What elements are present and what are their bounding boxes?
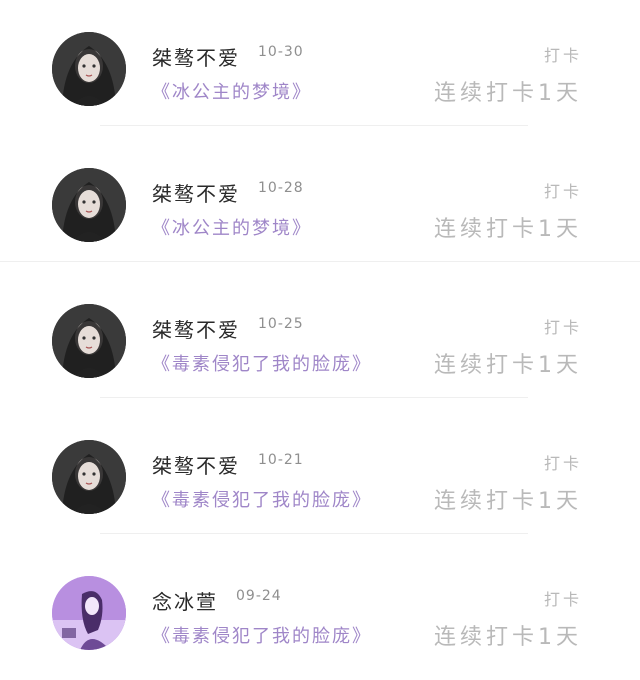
list-item[interactable]: 桀骜不爱 10-28 《冰公主的梦境》 打卡 连续打卡1天 bbox=[0, 136, 640, 272]
checkin-date: 10-21 bbox=[258, 452, 304, 468]
avatar[interactable] bbox=[52, 32, 126, 106]
book-title-link[interactable]: 《毒素侵犯了我的脸庞》 bbox=[152, 486, 372, 512]
list-item[interactable]: 桀骜不爱 10-21 《毒素侵犯了我的脸庞》 打卡 连续打卡1天 bbox=[0, 408, 640, 544]
purple-girl-avatar-icon bbox=[52, 576, 126, 650]
user-name[interactable]: 念冰萱 bbox=[152, 586, 218, 615]
checkin-date: 10-30 bbox=[258, 44, 304, 60]
checkin-list: 桀骜不爱 10-30 《冰公主的梦境》 打卡 连续打卡1天 桀骜不爱 10-28… bbox=[0, 0, 640, 660]
avatar[interactable] bbox=[52, 576, 126, 650]
divider bbox=[100, 125, 528, 126]
streak-text: 连续打卡1天 bbox=[434, 489, 582, 514]
checkin-label: 打卡 bbox=[543, 182, 582, 201]
checkin-date: 09-24 bbox=[236, 588, 282, 604]
list-item[interactable]: 桀骜不爱 10-30 《冰公主的梦境》 打卡 连续打卡1天 bbox=[0, 0, 640, 136]
checkin-date: 10-28 bbox=[258, 180, 304, 196]
streak-text: 连续打卡1天 bbox=[434, 81, 582, 106]
gothic-girl-avatar-icon bbox=[52, 32, 126, 106]
divider bbox=[100, 397, 528, 398]
user-name[interactable]: 桀骜不爱 bbox=[152, 450, 240, 479]
checkin-label: 打卡 bbox=[543, 46, 582, 65]
checkin-label: 打卡 bbox=[543, 318, 582, 337]
gothic-girl-avatar-icon bbox=[52, 304, 126, 378]
checkin-label: 打卡 bbox=[543, 590, 582, 609]
book-title-link[interactable]: 《冰公主的梦境》 bbox=[152, 214, 312, 240]
divider bbox=[0, 261, 640, 262]
user-name[interactable]: 桀骜不爱 bbox=[152, 178, 240, 207]
streak-text: 连续打卡1天 bbox=[434, 625, 582, 650]
gothic-girl-avatar-icon bbox=[52, 440, 126, 514]
divider bbox=[100, 533, 528, 534]
checkin-label: 打卡 bbox=[543, 454, 582, 473]
avatar[interactable] bbox=[52, 168, 126, 242]
avatar[interactable] bbox=[52, 440, 126, 514]
book-title-link[interactable]: 《冰公主的梦境》 bbox=[152, 78, 312, 104]
user-name[interactable]: 桀骜不爱 bbox=[152, 42, 240, 71]
book-title-link[interactable]: 《毒素侵犯了我的脸庞》 bbox=[152, 350, 372, 376]
list-item[interactable]: 桀骜不爱 10-25 《毒素侵犯了我的脸庞》 打卡 连续打卡1天 bbox=[0, 272, 640, 408]
book-title-link[interactable]: 《毒素侵犯了我的脸庞》 bbox=[152, 622, 372, 648]
avatar[interactable] bbox=[52, 304, 126, 378]
streak-text: 连续打卡1天 bbox=[434, 217, 582, 242]
checkin-date: 10-25 bbox=[258, 316, 304, 332]
user-name[interactable]: 桀骜不爱 bbox=[152, 314, 240, 343]
gothic-girl-avatar-icon bbox=[52, 168, 126, 242]
streak-text: 连续打卡1天 bbox=[434, 353, 582, 378]
